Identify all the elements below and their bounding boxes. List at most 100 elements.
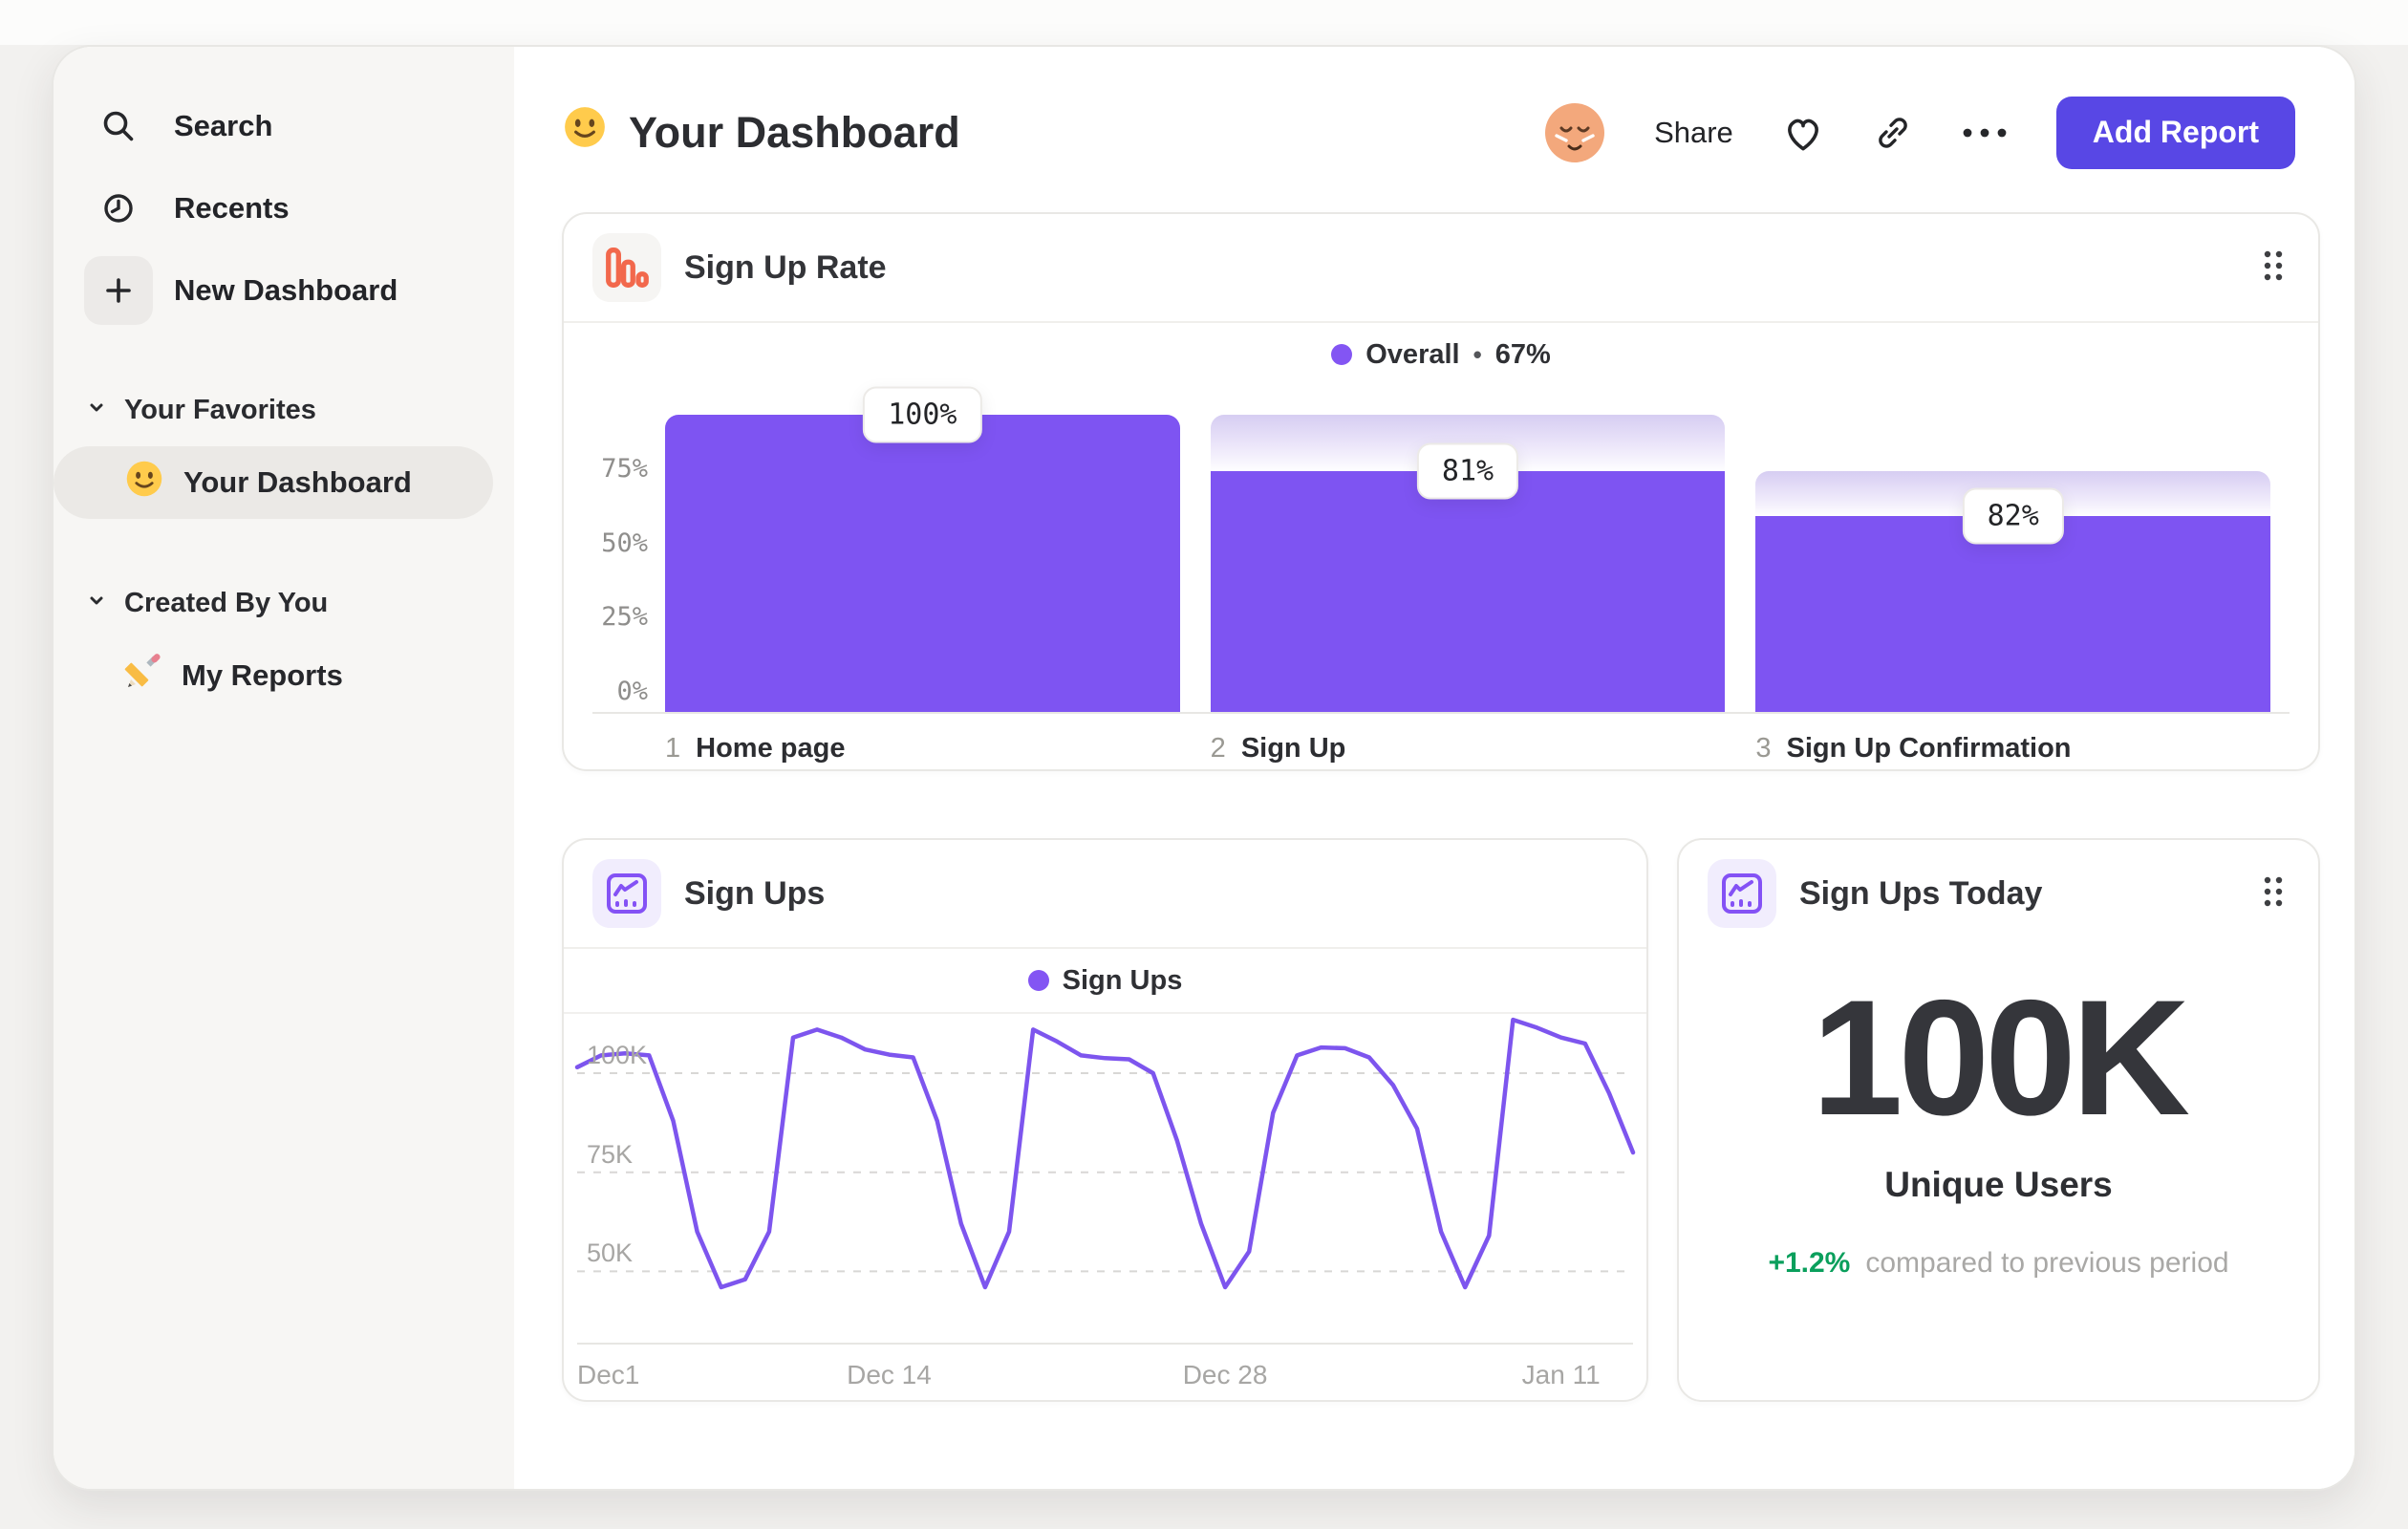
metric-delta-row: +1.2% compared to previous period (1768, 1247, 2228, 1280)
step-name: Home page (696, 733, 846, 764)
avatar[interactable] (1543, 101, 1606, 164)
smiley-emoji-icon (562, 104, 608, 161)
funnel-bar-sign-up[interactable]: 81% (1210, 415, 1726, 712)
sidebar-item-label: Your Dashboard (183, 465, 412, 499)
y-axis-tick: 75% (601, 453, 648, 484)
favorite-heart-icon[interactable] (1781, 112, 1825, 154)
bottom-cards-row: Sign Ups Sign Ups 100K 75K 50K Dec1 Dec 14 D… (562, 838, 2320, 1402)
y-axis-tick: 25% (601, 602, 648, 633)
desktop-background: Search Recents New Dashboard Your Favori… (0, 0, 2408, 1529)
funnel-step-labels: 1 Home page 2 Sign Up 3 Sign Up Confirma… (665, 733, 2270, 764)
y-axis-tick: 50% (601, 528, 648, 558)
x-axis-tick: Dec1 (577, 1360, 640, 1389)
x-axis-tick: Dec 28 (1182, 1360, 1268, 1389)
line-chart-icon (1708, 859, 1776, 928)
sidebar-item-label: Search (174, 109, 273, 142)
sidebar-item-search[interactable]: Search (54, 85, 514, 167)
delta-value: +1.2% (1768, 1247, 1851, 1279)
share-button[interactable]: Share (1654, 116, 1733, 150)
chevron-down-icon (86, 395, 107, 426)
more-options-icon[interactable] (1961, 126, 2009, 140)
sidebar-section-your-favorites[interactable]: Your Favorites (54, 379, 514, 441)
signup-rate-card: Sign Up Rate Overall • 67% 75% 50% 25% 0… (562, 212, 2320, 771)
signups-card-header: Sign Ups (564, 840, 1646, 949)
legend-value: 67% (1494, 338, 1551, 370)
funnel-solid-segment (1210, 471, 1726, 712)
drag-handle-icon[interactable] (2257, 244, 2290, 292)
sidebar-item-label: My Reports (182, 658, 343, 692)
y-axis-tick: 75K (587, 1139, 634, 1169)
step-number: 2 (1210, 733, 1226, 764)
step-label: 2 Sign Up (1211, 733, 1726, 764)
card-title: Sign Ups Today (1799, 874, 2043, 912)
funnel-bars: 100% 81% 82% (665, 386, 2271, 712)
step-number: 1 (665, 733, 681, 764)
y-axis-tick: 0% (616, 677, 648, 706)
sidebar-item-label: New Dashboard (174, 273, 398, 307)
sidebar-section-label: Your Favorites (124, 394, 316, 425)
metric-value: 100K (1811, 966, 2190, 1150)
page-title: Your Dashboard (562, 104, 960, 161)
step-name: Sign Up (1240, 733, 1346, 764)
funnel-bar-home-page[interactable]: 100% (665, 386, 1180, 712)
sidebar-item-label: Recents (174, 191, 290, 225)
plus-icon (84, 256, 153, 325)
line-legend: Sign Ups (564, 949, 1646, 1014)
sidebar-item-recents[interactable]: Recents (54, 167, 514, 249)
funnel-plot: 75% 50% 25% 0% 100% 81% 82% (592, 386, 2290, 714)
step-name: Sign Up Confirmation (1786, 733, 2072, 764)
x-axis-tick: Dec 14 (847, 1360, 932, 1389)
funnel-solid-segment (665, 415, 1180, 712)
chevron-down-icon (86, 588, 107, 619)
legend-separator: • (1473, 339, 1482, 369)
signups-today-card: Sign Ups Today 100K Unique Users +1.2% c… (1677, 838, 2320, 1402)
dashboard-header: Your Dashboard Share Add Report (514, 47, 2354, 212)
top-strip (0, 0, 2408, 45)
funnel-legend: Overall • 67% (564, 323, 2318, 386)
card-title: Sign Up Rate (684, 248, 887, 286)
signup-rate-card-header: Sign Up Rate (564, 214, 2318, 323)
step-label: 3 Sign Up Confirmation (1755, 733, 2270, 764)
add-report-button[interactable]: Add Report (2055, 96, 2295, 169)
app-window: Search Recents New Dashboard Your Favori… (52, 45, 2356, 1491)
copy-link-icon[interactable] (1873, 113, 1913, 153)
delta-context: compared to previous period (1865, 1247, 2229, 1279)
x-axis-labels: Dec1 Dec 14 Dec 28 Jan 11 (577, 1345, 1633, 1398)
legend-dot (1331, 344, 1353, 365)
legend-series-label: Sign Ups (1062, 964, 1183, 996)
conversion-badge: 100% (863, 386, 982, 443)
step-label: 1 Home page (665, 733, 1180, 764)
funnel-solid-segment (1755, 515, 2271, 712)
conversion-badge: 81% (1416, 442, 1519, 500)
funnel-bar-sign-up-confirmation[interactable]: 82% (1755, 415, 2271, 712)
signups-today-card-header: Sign Ups Today (1679, 840, 2318, 947)
metric-label: Unique Users (1884, 1165, 2113, 1204)
recents-clock-icon (84, 174, 153, 243)
line-chart-icon (592, 859, 661, 928)
sidebar-section-label: Created By You (124, 587, 329, 618)
x-axis-tick: Jan 11 (1521, 1360, 1601, 1389)
conversion-badge: 82% (1962, 487, 2064, 545)
page-title-text: Your Dashboard (629, 107, 960, 157)
card-title: Sign Ups (684, 874, 826, 912)
smiley-emoji-icon (124, 459, 164, 506)
signups-card: Sign Ups Sign Ups 100K 75K 50K Dec1 Dec 14 D… (562, 838, 1648, 1402)
sidebar-item-new-dashboard[interactable]: New Dashboard (54, 249, 514, 332)
funnel-chart-icon (592, 233, 661, 302)
sidebar-item-my-reports[interactable]: My Reports (54, 639, 493, 712)
y-axis-tick: 100K (587, 1041, 648, 1070)
sidebar-section-created-by-you[interactable]: Created By You (54, 572, 514, 634)
metric-body: 100K Unique Users +1.2% compared to prev… (1679, 947, 2318, 1280)
main-content: Your Dashboard Share Add Report Sign Up … (514, 47, 2354, 1489)
sidebar: Search Recents New Dashboard Your Favori… (54, 47, 514, 1489)
legend-series-label: Overall (1365, 338, 1460, 370)
pencil-emoji-icon (124, 653, 162, 699)
y-axis-tick: 50K (587, 1238, 634, 1268)
step-number: 3 (1755, 733, 1772, 764)
drag-handle-icon[interactable] (2257, 870, 2290, 918)
sidebar-item-your-dashboard[interactable]: Your Dashboard (54, 446, 493, 519)
line-chart-plot[interactable]: 100K 75K 50K (574, 1017, 1636, 1345)
search-icon (84, 92, 153, 161)
header-actions: Share Add Report (1543, 96, 2295, 169)
legend-dot (1027, 970, 1049, 991)
